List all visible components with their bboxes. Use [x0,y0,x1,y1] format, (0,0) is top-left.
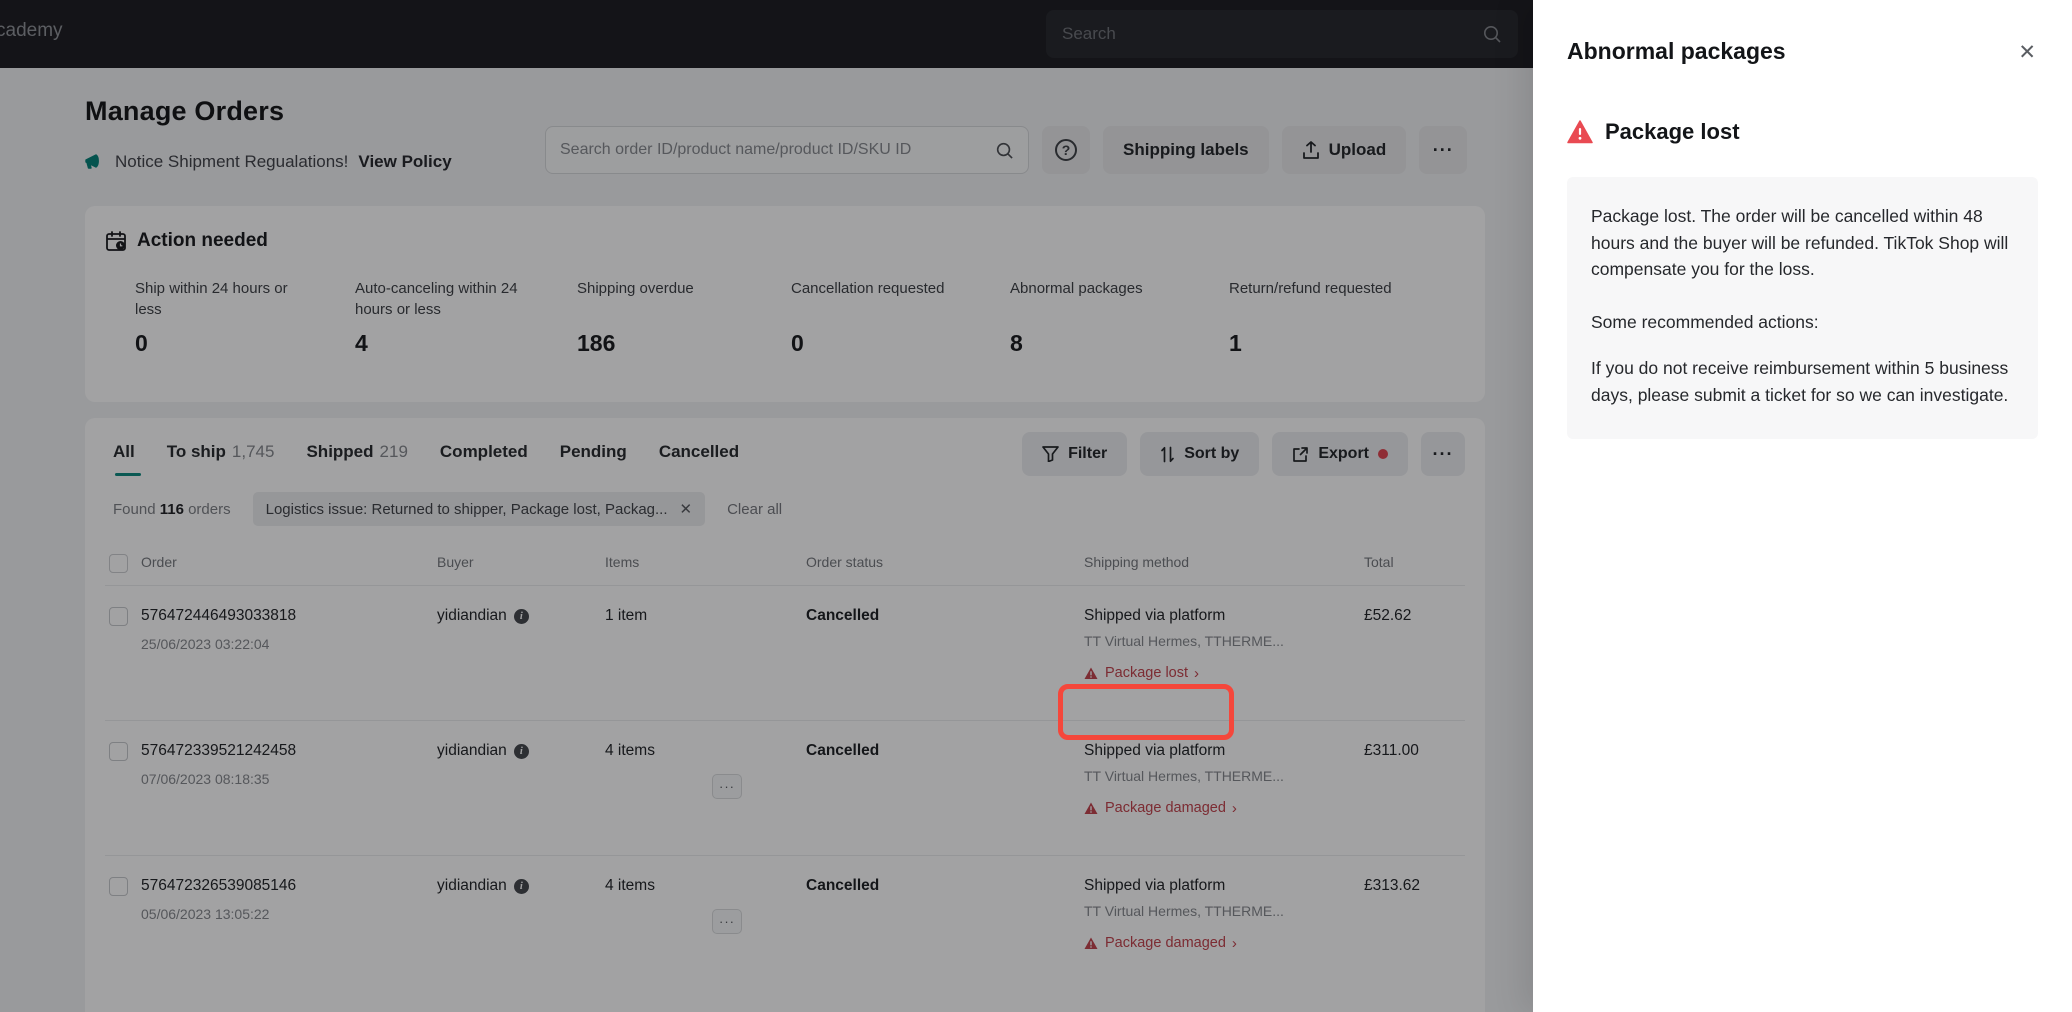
close-icon[interactable]: ✕ [2018,40,2036,65]
panel-body-text-2: If you do not receive reimbursement with… [1591,355,2014,408]
panel-title: Abnormal packages [1567,38,2038,65]
panel-heading: Package lost [1567,119,2038,145]
abnormal-packages-panel: Abnormal packages ✕ Package lost Package… [1533,0,2072,1012]
highlight-annotation-box [1058,684,1234,740]
warning-triangle-icon [1567,120,1593,144]
panel-info-card: Package lost. The order will be cancelle… [1567,177,2038,439]
panel-subheading: Some recommended actions: [1591,309,2014,336]
panel-body-text: Package lost. The order will be cancelle… [1591,203,2014,283]
